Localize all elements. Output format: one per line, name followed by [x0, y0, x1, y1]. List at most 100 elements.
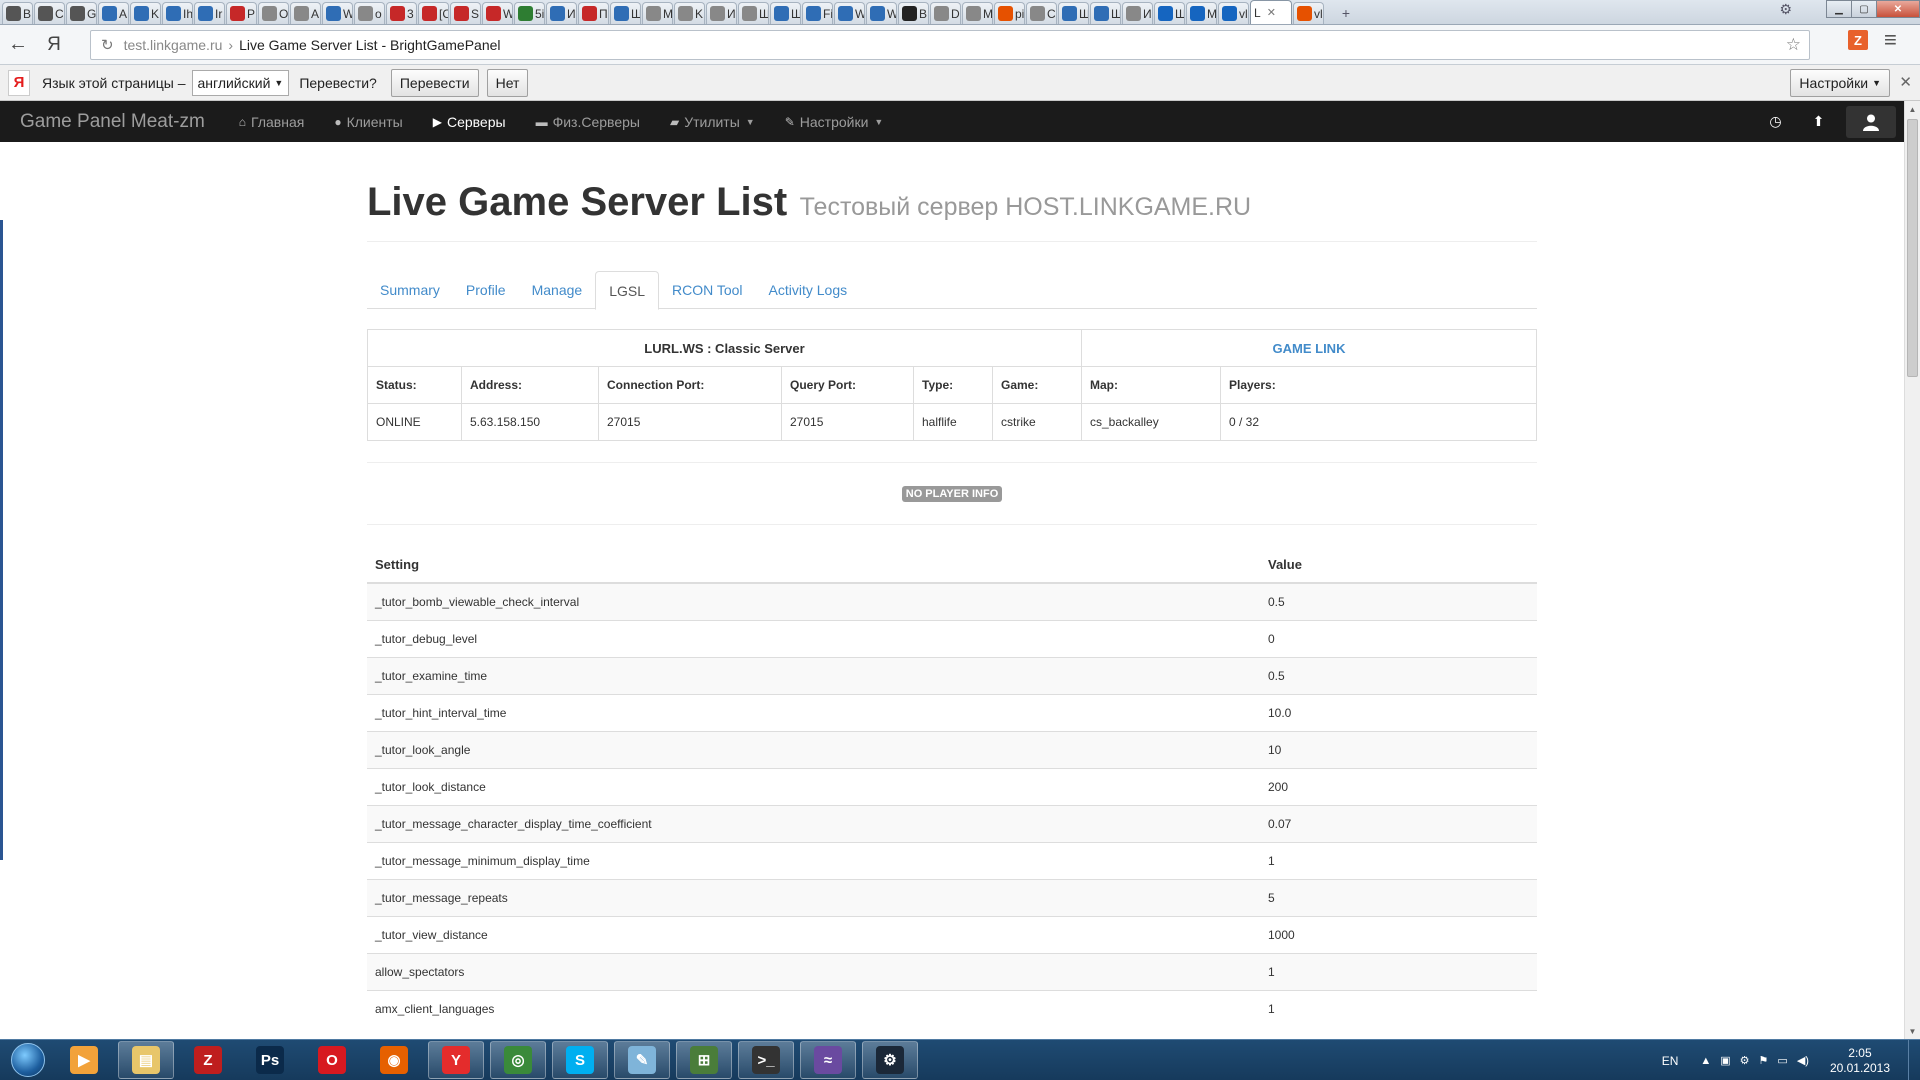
browser-tab[interactable]: M [642, 2, 673, 24]
taskbar-app-button[interactable]: Ps [242, 1041, 298, 1079]
show-desktop-button[interactable] [1908, 1040, 1920, 1080]
taskbar-app-button[interactable]: Z [180, 1041, 236, 1079]
browser-tab[interactable]: K [674, 2, 705, 24]
browser-tab[interactable]: Ш [770, 2, 801, 24]
browser-menu-icon[interactable]: ≡ [1884, 27, 1897, 53]
taskbar-app-button[interactable]: ⚙ [862, 1041, 918, 1079]
tab-activity-logs[interactable]: Activity Logs [756, 271, 861, 309]
taskbar-app-button[interactable]: ▤ [118, 1041, 174, 1079]
browser-tab[interactable]: [C [418, 2, 449, 24]
browser-tab[interactable]: S [450, 2, 481, 24]
browser-tab[interactable]: И [706, 2, 737, 24]
scroll-up-arrow-icon[interactable]: ▲ [1905, 101, 1920, 117]
maximize-button[interactable]: ▢ [1851, 0, 1877, 18]
language-select[interactable]: английский ▼ [191, 69, 290, 96]
nav-item-4[interactable]: ▰ Утилиты ▼ [670, 114, 755, 130]
browser-tab[interactable]: B [2, 2, 33, 24]
browser-tab[interactable]: W [866, 2, 897, 24]
browser-tab[interactable]: B [898, 2, 929, 24]
taskbar-app-button[interactable]: ≈ [800, 1041, 856, 1079]
browser-tab[interactable]: 3 [386, 2, 417, 24]
translate-button[interactable]: Перевести [390, 68, 479, 97]
nav-item-5[interactable]: ✎ Настройки ▼ [785, 114, 884, 130]
reload-icon[interactable]: ↻ [101, 36, 114, 54]
clock-icon[interactable]: ◷ [1754, 101, 1797, 142]
tab-summary[interactable]: Summary [367, 271, 453, 309]
steam-tray-icon[interactable]: ⚙ [1740, 1054, 1750, 1067]
browser-tab[interactable]: П [578, 2, 609, 24]
browser-settings-gear-icon[interactable]: ⚙ [1779, 1, 1792, 18]
browser-tab[interactable]: Fi [802, 2, 833, 24]
browser-tab[interactable]: M [962, 2, 993, 24]
close-translate-bar-icon[interactable]: ✕ [1899, 73, 1912, 91]
browser-tab[interactable]: Ir [194, 2, 225, 24]
user-menu-button[interactable] [1846, 105, 1896, 138]
volume-tray-icon[interactable]: ◀) [1797, 1054, 1809, 1067]
new-tab-icon[interactable]: + [1331, 4, 1361, 22]
bookmark-star-icon[interactable]: ☆ [1786, 35, 1801, 55]
monitor-tray-icon[interactable]: ▭ [1777, 1054, 1787, 1067]
game-link[interactable]: GAME LINK [1081, 329, 1537, 367]
taskbar-app-button[interactable]: S [552, 1041, 608, 1079]
browser-tab[interactable]: D [930, 2, 961, 24]
tab-lgsl[interactable]: LGSL [595, 271, 659, 310]
nav-item-3[interactable]: ▬ Физ.Серверы [536, 114, 640, 130]
browser-tab[interactable]: vl [1293, 2, 1324, 24]
minimize-button[interactable]: ▁ [1826, 0, 1852, 18]
tab-rcon-tool[interactable]: RCON Tool [659, 271, 756, 309]
browser-tab[interactable]: K [130, 2, 161, 24]
browser-tab[interactable]: 5i [514, 2, 545, 24]
browser-tab[interactable]: pi [994, 2, 1025, 24]
browser-tab[interactable]: Ш [610, 2, 641, 24]
browser-tab[interactable]: o [354, 2, 385, 24]
browser-tab[interactable]: Ш [1154, 2, 1185, 24]
browser-tab[interactable]: W [482, 2, 513, 24]
taskbar-app-button[interactable]: ◎ [490, 1041, 546, 1079]
brand-logo[interactable]: Game Panel Meat-zm [20, 111, 205, 133]
no-translate-button[interactable]: Нет [486, 68, 529, 97]
taskbar-app-button[interactable]: O [304, 1041, 360, 1079]
back-button[interactable]: ← [0, 30, 36, 60]
scrollbar-thumb[interactable] [1907, 119, 1918, 377]
extension-z-button[interactable]: Z [1848, 30, 1868, 50]
yandex-home-button[interactable]: Я [36, 34, 72, 56]
close-window-button[interactable]: ✕ [1876, 0, 1920, 18]
flag-tray-icon[interactable]: ⚑ [1759, 1054, 1769, 1067]
nav-item-2[interactable]: ▶ Серверы [433, 114, 506, 130]
nav-item-0[interactable]: ⌂ Главная [239, 114, 305, 130]
network-tray-icon[interactable]: ▣ [1720, 1054, 1730, 1067]
scroll-down-arrow-icon[interactable]: ▼ [1905, 1023, 1920, 1039]
browser-tab[interactable]: Ih [162, 2, 193, 24]
taskbar-app-button[interactable]: ✎ [614, 1041, 670, 1079]
browser-tab[interactable]: Ш [1090, 2, 1121, 24]
browser-tab[interactable]: A [98, 2, 129, 24]
browser-tab[interactable]: W [322, 2, 353, 24]
browser-tab[interactable]: vl [1218, 2, 1249, 24]
url-field[interactable]: ↻ test.linkgame.ru › Live Game Server Li… [90, 29, 1810, 60]
browser-tab[interactable]: A [290, 2, 321, 24]
taskbar-app-button[interactable]: Y [428, 1041, 484, 1079]
vertical-scrollbar[interactable]: ▲ ▼ [1904, 101, 1920, 1039]
taskbar-app-button[interactable]: ⊞ [676, 1041, 732, 1079]
browser-tab[interactable]: И [1122, 2, 1153, 24]
close-tab-icon[interactable]: ✕ [1267, 6, 1276, 19]
browser-tab[interactable]: C [34, 2, 65, 24]
taskbar-app-button[interactable]: >_ [738, 1041, 794, 1079]
translate-settings-button[interactable]: Настройки ▼ [1790, 69, 1890, 97]
browser-tab[interactable]: G [66, 2, 97, 24]
browser-tab[interactable]: C [1026, 2, 1057, 24]
system-clock[interactable]: 2:05 20.01.2013 [1830, 1046, 1890, 1076]
browser-tab[interactable]: O [258, 2, 289, 24]
browser-tab[interactable]: Ш [738, 2, 769, 24]
browser-tab[interactable]: M [1186, 2, 1217, 24]
input-language[interactable]: EN [1662, 1054, 1679, 1068]
taskbar-app-button[interactable]: ◉ [366, 1041, 422, 1079]
taskbar-app-button[interactable]: ▶ [56, 1041, 112, 1079]
tab-manage[interactable]: Manage [519, 271, 596, 309]
nav-item-1[interactable]: ● Клиенты [334, 114, 402, 130]
upload-arrow-icon[interactable]: ⬆ [1797, 101, 1840, 142]
browser-tab[interactable]: W [834, 2, 865, 24]
browser-tab[interactable]: Ш [1058, 2, 1089, 24]
browser-tab-active[interactable]: L ✕ [1250, 0, 1292, 24]
tab-profile[interactable]: Profile [453, 271, 519, 309]
